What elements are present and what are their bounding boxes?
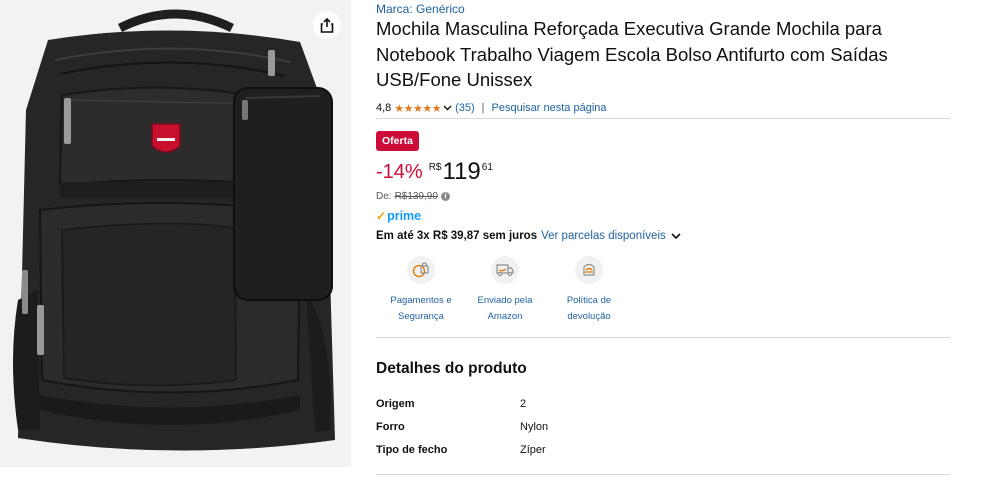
- divider: [376, 337, 950, 338]
- product-image-panel[interactable]: [0, 0, 351, 467]
- table-row: Tipo de fecho Zíper: [376, 438, 548, 461]
- prime-check-icon: ✓: [376, 209, 387, 223]
- feature-label: Pagamentos e Segurança: [390, 295, 452, 322]
- feature-secure-payment[interactable]: Pagamentos e Segurança: [381, 256, 461, 325]
- discount-percentage: -14%: [376, 161, 423, 183]
- share-icon: [320, 17, 334, 33]
- brand-link[interactable]: Marca: Genérico: [376, 2, 465, 16]
- chevron-down-icon[interactable]: [670, 232, 682, 240]
- installments-text: Em até 3x R$ 39,87 sem juros: [376, 230, 538, 242]
- price-row: -14% R$ 119 61: [376, 158, 493, 188]
- prime-badge[interactable]: ✓ prime: [376, 209, 421, 223]
- price-whole: 119: [442, 158, 481, 185]
- spec-value: 2: [520, 397, 527, 410]
- search-page-link[interactable]: Pesquisar nesta página: [492, 102, 607, 114]
- list-price-value: R$139,90: [394, 191, 438, 202]
- feature-badges: Pagamentos e Segurança Enviado pela Amazon: [381, 256, 633, 325]
- feature-return-policy[interactable]: Política de devolução: [549, 256, 629, 325]
- list-price-label: De:: [376, 191, 392, 202]
- delivery-truck-icon: [491, 256, 519, 284]
- chevron-down-icon[interactable]: [443, 105, 452, 111]
- return-policy-icon: [575, 256, 603, 284]
- installments-row: Em até 3x R$ 39,87 sem juros Ver parcela…: [376, 230, 682, 242]
- product-details-table: Origem 2 Forro Nylon Tipo de fecho Zíper: [376, 392, 548, 461]
- section-title-product-details: Detalhes do produto: [376, 360, 527, 377]
- table-row: Forro Nylon: [376, 415, 548, 438]
- spec-key: Tipo de fecho: [376, 443, 448, 456]
- spec-key: Origem: [376, 397, 415, 410]
- secure-payment-icon: [407, 256, 435, 284]
- deal-badge: Oferta: [376, 131, 419, 151]
- feature-label: Enviado pela Amazon: [477, 295, 533, 322]
- feature-label: Política de devolução: [566, 295, 612, 322]
- rating-row: 4,8 ★★★★★ (35) | Pesquisar nesta página: [376, 101, 607, 115]
- share-button[interactable]: [313, 11, 341, 39]
- backpack-image: [13, 9, 335, 451]
- review-count-link[interactable]: (35): [455, 102, 475, 114]
- prime-label: prime: [387, 209, 422, 223]
- rating-value: 4,8: [376, 102, 392, 114]
- price-currency: R$: [428, 162, 442, 173]
- info-icon[interactable]: i: [440, 192, 450, 201]
- spec-key: Forro: [376, 420, 405, 433]
- installments-link[interactable]: Ver parcelas disponíveis: [541, 230, 666, 242]
- table-row: Origem 2: [376, 392, 548, 415]
- spec-value: Nylon: [520, 420, 549, 433]
- divider: [376, 474, 950, 475]
- list-price-row: De: R$139,90 i: [376, 191, 450, 202]
- product-title: Mochila Masculina Reforçada Executiva Gr…: [376, 18, 888, 90]
- star-rating-icon[interactable]: ★★★★★: [394, 102, 441, 115]
- spec-value: Zíper: [520, 443, 546, 456]
- feature-shipped-by-amazon[interactable]: Enviado pela Amazon: [465, 256, 545, 325]
- divider: [376, 118, 950, 119]
- price-fraction: 61: [481, 162, 493, 173]
- separator: |: [481, 102, 485, 114]
